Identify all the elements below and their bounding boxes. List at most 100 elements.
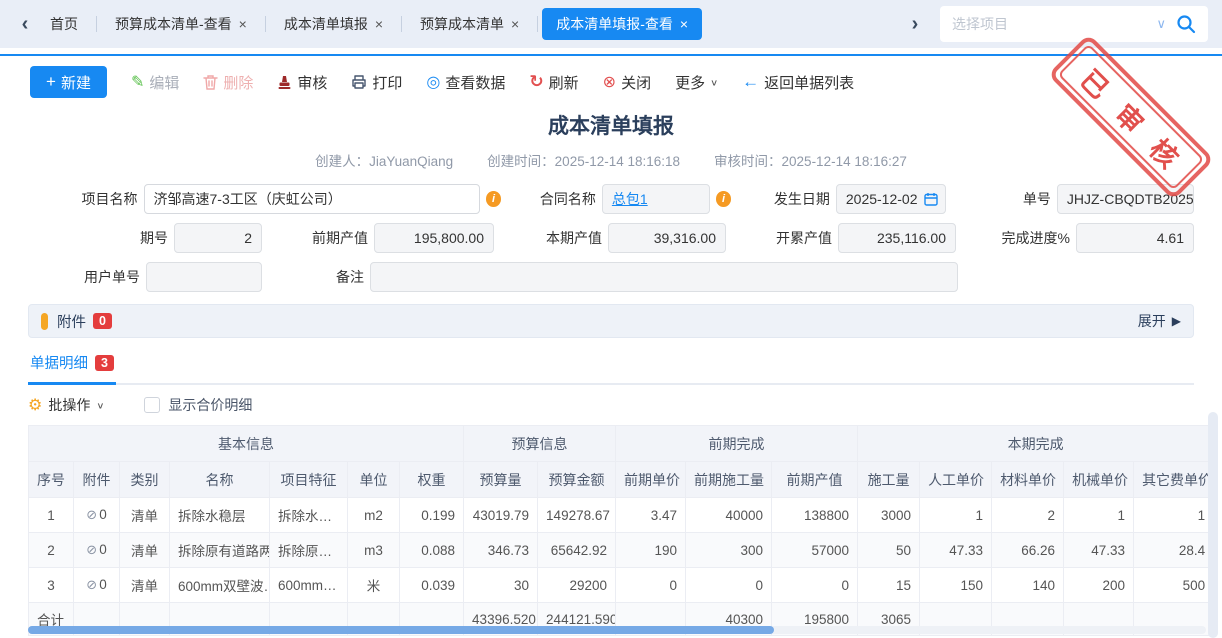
refresh-button[interactable]: ↻ 刷新: [529, 72, 578, 93]
col-header[interactable]: 类别: [120, 462, 170, 498]
table-cell[interactable]: 50: [858, 533, 920, 568]
col-header[interactable]: 前期产值: [772, 462, 858, 498]
current-output-input[interactable]: 39,316.00: [608, 223, 726, 253]
col-header[interactable]: 预算金额: [538, 462, 616, 498]
col-header[interactable]: 权重: [400, 462, 464, 498]
checkbox[interactable]: [144, 397, 160, 413]
show-subtotal-toggle[interactable]: 显示合价明细: [144, 395, 252, 415]
tab-close-icon[interactable]: ×: [511, 16, 519, 32]
audit-button[interactable]: 审核: [277, 72, 327, 93]
table-cell[interactable]: 1: [29, 498, 74, 533]
user-doc-no-input[interactable]: [146, 262, 262, 292]
new-button[interactable]: + 新建: [30, 66, 107, 98]
back-to-list-button[interactable]: ← 返回单据列表: [742, 72, 854, 93]
table-cell[interactable]: 0.199: [400, 498, 464, 533]
contract-name-field[interactable]: 总包1: [602, 184, 710, 214]
tab-detail-lines[interactable]: 单据明细 3: [28, 352, 116, 385]
col-header[interactable]: 前期施工量: [686, 462, 772, 498]
tab-cost-list-fill[interactable]: 成本清单填报 ×: [270, 8, 397, 40]
tab-close-icon[interactable]: ×: [239, 16, 247, 32]
contract-link[interactable]: 总包1: [612, 191, 648, 207]
vertical-scrollbar[interactable]: [1208, 412, 1218, 638]
table-cell[interactable]: 1: [1064, 498, 1134, 533]
table-cell[interactable]: 0.039: [400, 568, 464, 603]
delete-button[interactable]: 删除: [203, 72, 253, 93]
table-cell[interactable]: 2: [29, 533, 74, 568]
table-cell[interactable]: 300: [686, 533, 772, 568]
attachment-bar[interactable]: 附件 0 展开 ▶: [28, 304, 1194, 338]
tab-budget-cost-list[interactable]: 预算成本清单 ×: [406, 8, 533, 40]
table-cell[interactable]: 57000: [772, 533, 858, 568]
table-cell[interactable]: 66.26: [992, 533, 1064, 568]
progress-input[interactable]: 4.61: [1076, 223, 1194, 253]
table-row[interactable]: 2⊘0清单拆除原有道路两…拆除原…m30.088346.7365642.9219…: [29, 533, 1214, 568]
table-cell[interactable]: 600mm…: [270, 568, 348, 603]
table-row[interactable]: 1⊘0清单拆除水稳层拆除水…m20.19943019.79149278.673.…: [29, 498, 1214, 533]
table-cell[interactable]: 600mm双壁波…: [170, 568, 270, 603]
table-cell[interactable]: 65642.92: [538, 533, 616, 568]
table-cell[interactable]: 2: [992, 498, 1064, 533]
table-cell[interactable]: 清单: [120, 533, 170, 568]
table-cell[interactable]: 0: [686, 568, 772, 603]
col-header[interactable]: 附件: [74, 462, 120, 498]
table-cell[interactable]: m2: [348, 498, 400, 533]
table-cell[interactable]: 47.33: [920, 533, 992, 568]
table-cell[interactable]: 3000: [858, 498, 920, 533]
col-header[interactable]: 前期单价: [616, 462, 686, 498]
prev-output-input[interactable]: 195,800.00: [374, 223, 494, 253]
col-header[interactable]: 预算量: [464, 462, 538, 498]
col-header[interactable]: 序号: [29, 462, 74, 498]
table-cell[interactable]: 28.4: [1134, 533, 1214, 568]
table-cell[interactable]: 3.47: [616, 498, 686, 533]
table-cell[interactable]: 500: [1134, 568, 1214, 603]
calendar-icon[interactable]: [924, 192, 938, 206]
table-cell[interactable]: 1: [1134, 498, 1214, 533]
edit-button[interactable]: ✎ 编辑: [131, 72, 179, 93]
more-button[interactable]: 更多 ∨: [675, 72, 718, 93]
table-cell[interactable]: 拆除原…: [270, 533, 348, 568]
table-cell[interactable]: 米: [348, 568, 400, 603]
col-header[interactable]: 名称: [170, 462, 270, 498]
col-header[interactable]: 机械单价: [1064, 462, 1134, 498]
table-cell[interactable]: 0.088: [400, 533, 464, 568]
project-name-input[interactable]: 济邹高速7-3工区（庆虹公司）: [144, 184, 480, 214]
table-row[interactable]: 3⊘0清单600mm双壁波…600mm…米0.03930292000001515…: [29, 568, 1214, 603]
col-header[interactable]: 项目特征: [270, 462, 348, 498]
tabs-scroll-left-icon[interactable]: ‹: [14, 13, 36, 36]
table-cell[interactable]: 190: [616, 533, 686, 568]
table-cell[interactable]: 43019.79: [464, 498, 538, 533]
table-cell[interactable]: 200: [1064, 568, 1134, 603]
col-header[interactable]: 材料单价: [992, 462, 1064, 498]
tab-close-icon[interactable]: ×: [375, 16, 383, 32]
table-cell[interactable]: 140: [992, 568, 1064, 603]
table-cell[interactable]: 40000: [686, 498, 772, 533]
batch-ops-button[interactable]: ⚙ 批操作 ∨: [28, 395, 104, 415]
tab-budget-cost-list-view[interactable]: 预算成本清单-查看 ×: [101, 8, 261, 40]
table-cell[interactable]: 0: [772, 568, 858, 603]
tab-cost-list-fill-view-active[interactable]: 成本清单填报-查看 ×: [542, 8, 702, 40]
attachment-cell[interactable]: ⊘0: [74, 498, 120, 533]
table-cell[interactable]: 清单: [120, 568, 170, 603]
table-cell[interactable]: 15: [858, 568, 920, 603]
close-button[interactable]: ⊗ 关闭: [603, 72, 651, 93]
col-header[interactable]: 其它费单价: [1134, 462, 1214, 498]
remark-input[interactable]: [370, 262, 958, 292]
info-icon[interactable]: i: [486, 191, 502, 207]
info-icon[interactable]: i: [716, 191, 732, 207]
table-cell[interactable]: 47.33: [1064, 533, 1134, 568]
attachment-cell[interactable]: ⊘0: [74, 533, 120, 568]
table-cell[interactable]: 3: [29, 568, 74, 603]
col-header[interactable]: 人工单价: [920, 462, 992, 498]
tabs-scroll-right-icon[interactable]: ›: [904, 13, 926, 36]
chevron-down-icon[interactable]: ∨: [1156, 16, 1166, 32]
tab-close-icon[interactable]: ×: [680, 16, 688, 32]
cumulative-output-input[interactable]: 235,116.00: [838, 223, 956, 253]
print-button[interactable]: 打印: [351, 72, 402, 93]
table-cell[interactable]: 138800: [772, 498, 858, 533]
table-cell[interactable]: 149278.67: [538, 498, 616, 533]
search-icon[interactable]: [1176, 14, 1196, 34]
table-cell[interactable]: 29200: [538, 568, 616, 603]
view-data-button[interactable]: ◎ 查看数据: [426, 72, 505, 93]
table-cell[interactable]: 拆除水…: [270, 498, 348, 533]
table-cell[interactable]: 346.73: [464, 533, 538, 568]
